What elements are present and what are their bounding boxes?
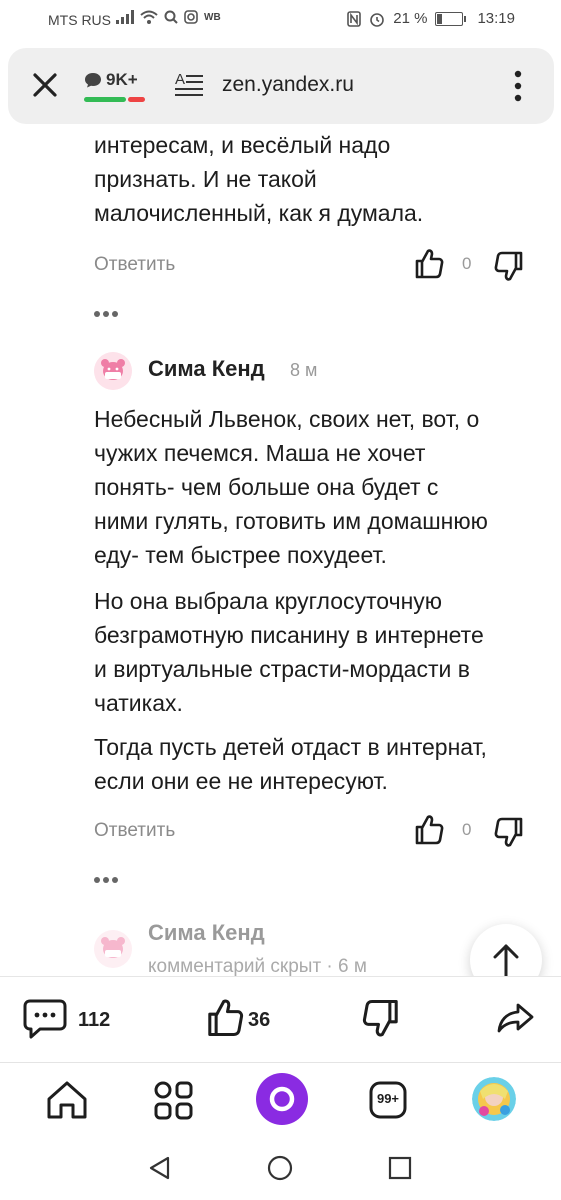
text-line: чужих печемся. Маша не хочет <box>94 440 426 466</box>
reader-mode-icon[interactable]: A <box>174 70 204 100</box>
hidden-comment-note[interactable]: комментарий скрыт · 6 м <box>148 956 367 976</box>
comment-paragraph: Но она выбрала круглосуточную безграмотн… <box>94 584 534 720</box>
comments-badge-count: 9K+ <box>106 70 138 89</box>
comment-paragraph: Небесный Львенок, своих нет, вот, о чужи… <box>94 402 534 572</box>
url-text[interactable]: zen.yandex.ru <box>222 73 354 97</box>
bottom-navigation: 99+ <box>0 1062 561 1139</box>
back-icon[interactable] <box>146 1154 174 1182</box>
article-action-bar: 112 36 <box>0 976 561 1061</box>
comments-feed: интересам, и весёлый надо признать. И не… <box>0 124 561 976</box>
battery-icon <box>435 11 467 26</box>
likes-count: 36 <box>248 1009 271 1031</box>
home-icon[interactable] <box>44 1077 90 1123</box>
text-line: понять- чем больше она будет с <box>94 474 439 500</box>
previous-comment-actions: Ответить 0 <box>94 246 524 286</box>
article-dislike-button[interactable] <box>362 997 402 1041</box>
instagram-icon <box>184 10 198 24</box>
comment-time: 8 м <box>290 360 318 380</box>
more-vertical-icon[interactable] <box>508 68 528 104</box>
text-line: Но она выбрала круглосуточную <box>94 588 443 614</box>
negative-bar <box>128 97 145 102</box>
text-line: признать. И не такой <box>94 166 317 192</box>
tabs-button[interactable]: 99+ <box>368 1077 414 1123</box>
comments-button[interactable]: 112 <box>22 997 122 1041</box>
article-like-button[interactable]: 36 <box>206 997 286 1041</box>
text-line: и виртуальные страсти-мордасти в <box>94 656 470 682</box>
comments-icon <box>23 999 67 1039</box>
svg-text:A: A <box>175 71 185 88</box>
more-options-icon[interactable] <box>94 870 122 883</box>
text-line: безграмотную писанину в интернете <box>94 622 484 648</box>
wifi-icon <box>140 10 158 24</box>
avatar-bear-icon <box>94 930 132 968</box>
dislike-icon[interactable] <box>494 250 524 282</box>
profile-picture-icon <box>472 1077 516 1121</box>
status-left-icons: WB <box>116 10 221 24</box>
hidden-comment-author[interactable]: Сима Кенд <box>148 920 265 946</box>
like-count: 0 <box>462 820 472 839</box>
comment-author[interactable]: Сима Кенд <box>148 356 265 382</box>
text-line: Тогда пусть детей отдаст в интернат, <box>94 734 487 760</box>
recents-icon[interactable] <box>386 1154 414 1182</box>
comment-actions: Ответить 0 <box>94 812 524 852</box>
text-line: малочисленный, как я думала. <box>94 200 424 226</box>
reply-button[interactable]: Ответить <box>94 254 175 276</box>
avatar-bear-icon <box>94 352 132 390</box>
alice-icon[interactable] <box>256 1073 308 1125</box>
text-line: Небесный Львенок, своих нет, вот, о <box>94 406 480 432</box>
reply-button[interactable]: Ответить <box>94 820 175 842</box>
like-count: 0 <box>462 254 472 273</box>
text-line: чатиках. <box>94 690 183 716</box>
nfc-icon <box>347 10 362 27</box>
status-bar: MTS RUS WB 21 % 13:19 <box>0 0 561 42</box>
system-navigation <box>0 1138 561 1200</box>
clock: 13:19 <box>477 10 515 27</box>
profile-avatar[interactable] <box>472 1077 516 1121</box>
text-line: ними гулять, готовить им домашнюю <box>94 508 488 534</box>
dislike-icon <box>362 1000 398 1037</box>
like-icon[interactable] <box>414 814 444 846</box>
tabs-count: 99+ <box>376 1091 400 1106</box>
comments-count: 112 <box>78 1009 111 1031</box>
status-right: 21 % 13:19 <box>347 10 515 27</box>
more-options-icon[interactable] <box>94 304 122 317</box>
browser-address-bar: 9K+ A zen.yandex.ru <box>8 48 554 124</box>
dislike-icon[interactable] <box>494 816 524 848</box>
search-status-icon <box>164 10 178 24</box>
comments-badge[interactable]: 9K+ <box>84 68 156 102</box>
text-line: еду- тем быстрее похудеет. <box>94 542 387 568</box>
alice-ring-icon <box>269 1086 295 1112</box>
share-button[interactable] <box>496 997 540 1041</box>
alarm-icon <box>370 12 385 27</box>
wb-label: WB <box>204 11 221 23</box>
positive-bar <box>84 97 126 102</box>
share-icon <box>497 1003 534 1033</box>
text-line: интересам, и весёлый надо <box>94 132 391 158</box>
home-circle-icon[interactable] <box>266 1154 294 1182</box>
comment-paragraph: Тогда пусть детей отдаст в интернат, есл… <box>94 730 534 798</box>
battery-percent: 21 % <box>393 10 428 27</box>
text-line: если они ее не интересуют. <box>94 768 388 794</box>
carrier-label: MTS RUS <box>48 12 111 28</box>
close-icon[interactable] <box>28 68 62 102</box>
previous-comment-text: интересам, и весёлый надо признать. И не… <box>94 128 534 230</box>
avatar[interactable] <box>94 930 132 968</box>
signal-icon <box>116 10 134 24</box>
services-icon[interactable] <box>150 1077 196 1123</box>
like-icon[interactable] <box>414 248 444 280</box>
avatar[interactable] <box>94 352 132 390</box>
chat-icon <box>85 73 101 88</box>
like-icon <box>208 999 244 1036</box>
